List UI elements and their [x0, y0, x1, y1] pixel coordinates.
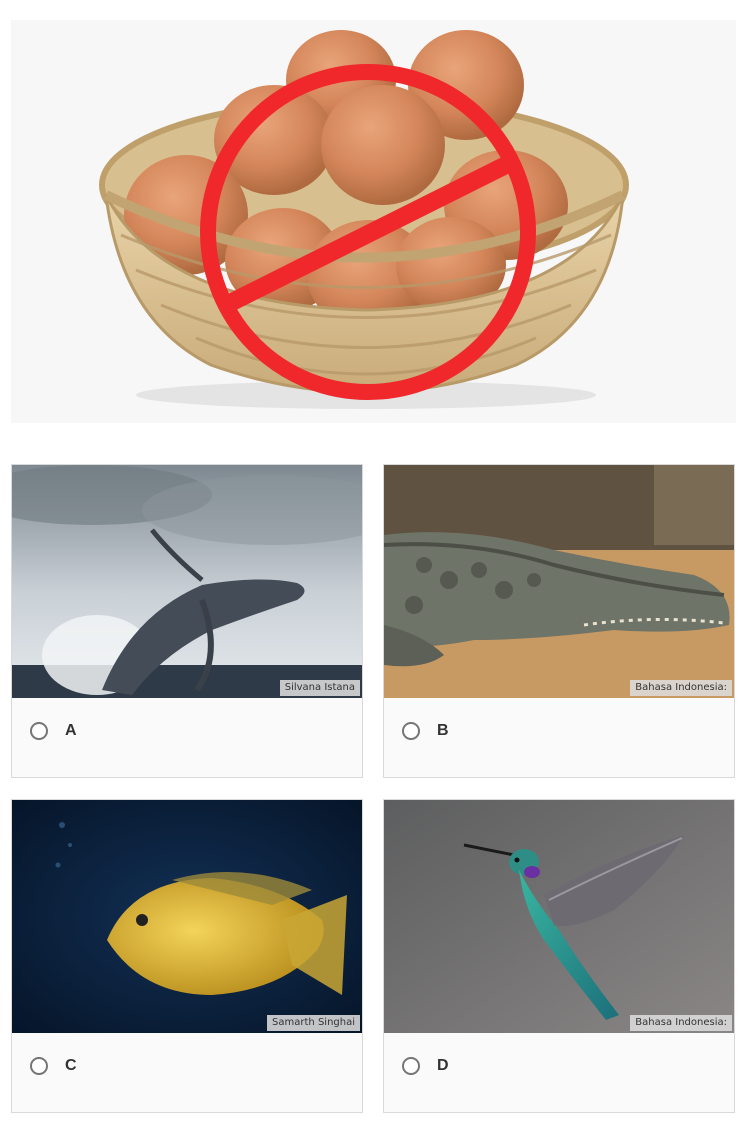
option-image-b: Bahasa Indonesia: [384, 465, 734, 698]
option-label-d: D [437, 1057, 449, 1074]
option-image-a: Silvana Istana [12, 465, 362, 698]
option-image-d: Bahasa Indonesia: [384, 800, 734, 1033]
image-credit: Bahasa Indonesia: [630, 1015, 732, 1031]
option-choice-b[interactable]: B [402, 719, 449, 743]
image-credit: Samarth Singhai [267, 1015, 360, 1031]
option-card-b[interactable]: Bahasa Indonesia: B [383, 464, 735, 778]
radio-button-d[interactable] [402, 1057, 420, 1075]
radio-button-b[interactable] [402, 722, 420, 740]
option-label-a: A [65, 722, 77, 739]
hummingbird-icon [384, 800, 734, 1033]
whale-icon [12, 465, 362, 698]
image-credit: Bahasa Indonesia: [630, 680, 732, 696]
radio-button-a[interactable] [30, 722, 48, 740]
image-credit: Silvana Istana [279, 680, 360, 696]
no-eggs-icon [11, 20, 736, 423]
radio-button-c[interactable] [30, 1057, 48, 1075]
option-card-c[interactable]: Samarth Singhai C [11, 799, 363, 1113]
option-card-d[interactable]: Bahasa Indonesia: D [383, 799, 735, 1113]
fish-icon [12, 800, 362, 1033]
option-choice-d[interactable]: D [402, 1054, 449, 1078]
question-image [11, 20, 736, 423]
option-choice-c[interactable]: C [30, 1054, 77, 1078]
option-choice-a[interactable]: A [30, 719, 77, 743]
option-label-c: C [65, 1057, 77, 1074]
crocodile-icon [384, 465, 734, 698]
option-card-a[interactable]: Silvana Istana A [11, 464, 363, 778]
option-label-b: B [437, 722, 449, 739]
option-image-c: Samarth Singhai [12, 800, 362, 1033]
